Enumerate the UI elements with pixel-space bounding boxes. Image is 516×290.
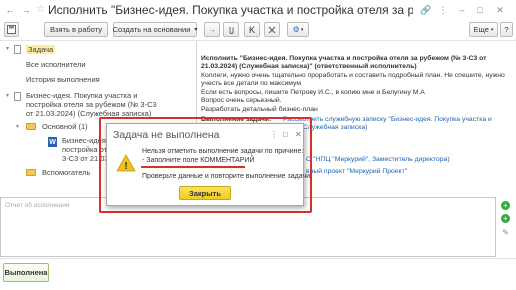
task-title-line2: 21.03.2024) (Служебная записка)" (ответс… (201, 63, 417, 70)
task-desc-line4: Вопрос очень серьезный. (201, 97, 282, 104)
tree-item-title-line1[interactable]: Бизнес-идея. Покупка участка и (26, 91, 137, 100)
maximize-icon[interactable]: □ (474, 4, 486, 16)
forward-arrow-icon[interactable]: → (20, 4, 32, 16)
attach-icon[interactable] (223, 22, 239, 37)
task-title-line1: Исполнить "Бизнес-идея. Покупка участка … (201, 55, 487, 62)
forward-icon[interactable]: → (204, 22, 220, 37)
add-icon[interactable]: + (501, 214, 510, 223)
settings-dropdown-icon[interactable]: ⚙ ▾ (287, 22, 309, 37)
footer-divider (0, 258, 516, 259)
project-link[interactable]: вный проект "Меркурий Проект" (306, 168, 407, 176)
window-title: Исполнить "Бизнес-идея. Покупка участка … (48, 3, 413, 17)
create-based-on-button[interactable]: Создать на основании ▾ (113, 22, 197, 37)
done-button[interactable]: Выполнена (3, 263, 49, 282)
link-tool-icon[interactable]: K (244, 22, 260, 37)
folder-icon (26, 123, 36, 130)
chevron-down-icon: ▾ (194, 27, 198, 33)
org-link[interactable]: О "НПЦ "Меркурий", Заместитель директора… (306, 156, 450, 164)
document-icon (14, 92, 21, 101)
dialog-message-line1: Нельзя отметить выполнение задачи по при… (142, 148, 304, 155)
task-desc-line3: Если есть вопросы, пишите Петрову И.С., … (201, 89, 425, 96)
close-button[interactable]: Закрыть (179, 186, 231, 200)
tree-group-aux[interactable]: Вспомогатель (42, 168, 90, 177)
more-label: Еще (473, 25, 489, 34)
error-dialog: Задача не выполнена ⋮ □ ✕ ! Нельзя отмет… (106, 123, 312, 206)
cross-icon[interactable] (264, 22, 280, 37)
done-link-line1[interactable]: Рассмотреть служебную записку "Бизнес-ид… (283, 116, 492, 124)
expand-arrow-icon[interactable]: ▾ (6, 92, 9, 99)
dialog-message-line2: - Заполните поле КОММЕНТАРИЙ (142, 157, 255, 164)
edit-icon[interactable]: ✎ (501, 228, 510, 237)
more-button[interactable]: Еще ▾ (469, 22, 498, 37)
create-based-on-label: Создать на основании (112, 25, 191, 34)
maximize-icon[interactable]: □ (283, 130, 288, 139)
warning-icon: ! (116, 154, 136, 172)
expand-arrow-icon[interactable]: ▾ (6, 45, 9, 52)
chevron-down-icon: ▾ (490, 26, 494, 33)
error-underline (141, 166, 245, 168)
back-arrow-icon[interactable]: ← (4, 4, 16, 16)
close-icon[interactable]: ✕ (295, 130, 302, 139)
document-icon (14, 45, 21, 54)
take-to-work-button[interactable]: Взять в работу (44, 22, 108, 37)
tree-item-history[interactable]: История выполнения (26, 75, 100, 84)
minimize-icon[interactable]: – (456, 4, 468, 16)
tree-group-main[interactable]: Основной (1) (42, 122, 88, 131)
comment-placeholder: Отчет об исполнении (5, 202, 70, 209)
more-options-icon[interactable]: ⋮ (437, 4, 449, 16)
folder-icon (26, 169, 36, 176)
task-desc-line1: Коллеги, нужно очень тщательно проработа… (201, 72, 505, 79)
add-icon[interactable]: + (501, 201, 510, 210)
close-icon[interactable]: ✕ (494, 4, 506, 16)
title-bar: ← → ☆ Исполнить "Бизнес-идея. Покупка уч… (0, 0, 516, 20)
more-options-icon[interactable]: ⋮ (270, 130, 278, 139)
save-icon[interactable] (4, 22, 19, 37)
dialog-message-line3: Проверьте данные и повторите выполнение … (142, 173, 312, 180)
tree-item-task[interactable]: Задача (26, 45, 56, 54)
help-button[interactable]: ? (500, 22, 513, 37)
dialog-title: Задача не выполнена (113, 129, 220, 141)
link-icon[interactable]: 🔗 (420, 4, 432, 16)
favorite-star-icon[interactable]: ☆ (36, 4, 45, 15)
word-file-icon: W (48, 137, 57, 147)
tree-item-title-line2[interactable]: постройка отеля за рубежом (№ 3-С3 (26, 100, 157, 109)
task-desc-line5: Разработать детальный бизнес-план (201, 106, 318, 113)
task-desc-line2: учесть все детали по максимум (201, 80, 302, 87)
expand-arrow-icon[interactable]: ▾ (16, 123, 19, 130)
svg-text:!: ! (124, 161, 127, 172)
tree-item-all-performers[interactable]: Все исполнители (26, 60, 86, 69)
